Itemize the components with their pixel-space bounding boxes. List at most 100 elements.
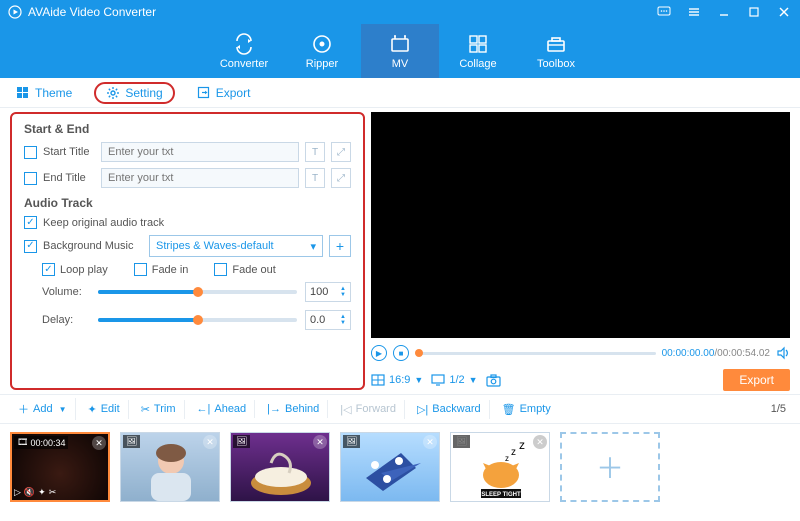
loop-checkbox[interactable] <box>42 263 55 276</box>
close-icon[interactable] <box>776 4 792 20</box>
thumbnail-4[interactable]: 🖼 ✕ <box>340 432 440 502</box>
feedback-icon[interactable] <box>656 4 672 20</box>
empty-label: Empty <box>520 403 551 415</box>
end-title-expand-button[interactable]: ⤢ <box>331 168 351 188</box>
collage-icon <box>467 33 489 55</box>
spin-down-icon[interactable]: ▼ <box>340 292 346 298</box>
scissors-icon[interactable]: ✂ <box>49 487 57 498</box>
start-title-text-style-button[interactable]: T <box>305 142 325 162</box>
scissors-icon: ✂ <box>141 403 150 416</box>
nav-mv[interactable]: MV <box>361 24 439 78</box>
delay-value-input[interactable]: 0.0 ▲▼ <box>305 310 351 330</box>
backward-label: Backward <box>432 403 480 415</box>
nav-ripper[interactable]: Ripper <box>283 24 361 78</box>
stop-button[interactable]: ■ <box>393 345 409 361</box>
ahead-button[interactable]: ←|Ahead <box>189 400 256 418</box>
main-nav: Converter Ripper MV Collage Toolbox <box>0 24 800 78</box>
fade-in-checkbox[interactable] <box>134 263 147 276</box>
bg-music-checkbox[interactable] <box>24 240 37 253</box>
wand-icon[interactable]: ✦ <box>38 487 46 498</box>
minimize-icon[interactable] <box>716 4 732 20</box>
maximize-icon[interactable] <box>746 4 762 20</box>
nav-collage-label: Collage <box>459 58 496 70</box>
behind-button[interactable]: |→Behind <box>259 400 328 418</box>
ripper-icon <box>311 33 333 55</box>
clip-toolbar: ＋Add▼ ✦Edit ✂Trim ←|Ahead |→Behind |◁For… <box>0 394 800 424</box>
trim-button[interactable]: ✂ Trim <box>133 400 185 419</box>
window-controls <box>656 4 792 20</box>
trim-label: Trim <box>154 403 176 415</box>
thumbnail-1[interactable]: 🎞00:00:34 ✕ ▷ 🔇 ✦ ✂ <box>10 432 110 502</box>
display-value: 1/2 <box>449 374 464 386</box>
snapshot-button[interactable] <box>486 374 501 387</box>
loop-label: Loop play <box>60 264 108 276</box>
play-button[interactable]: ▶ <box>371 345 387 361</box>
keep-original-checkbox[interactable] <box>24 216 37 229</box>
fade-out-checkbox[interactable] <box>214 263 227 276</box>
start-title-checkbox[interactable] <box>24 146 37 159</box>
backward-button[interactable]: ▷|Backward <box>409 400 490 419</box>
seek-bar[interactable] <box>415 352 656 355</box>
settings-panel: Start & End Start Title T ⤢ End Title T … <box>10 112 365 390</box>
app-title: AVAide Video Converter <box>28 5 656 19</box>
preview-panel: ▶ ■ 00:00:00.00/00:00:54.02 16:9 ▼ 1/2 ▼… <box>371 108 800 394</box>
fade-in-label: Fade in <box>152 264 189 276</box>
title-bar: AVAide Video Converter <box>0 0 800 24</box>
start-title-label: Start Title <box>43 146 95 158</box>
duration: /00:00:54.02 <box>714 348 770 359</box>
ahead-icon: ←| <box>197 403 211 415</box>
delay-slider[interactable] <box>98 318 297 322</box>
converter-icon <box>233 33 255 55</box>
aspect-icon <box>371 374 385 386</box>
spin-down-icon[interactable]: ▼ <box>340 320 346 326</box>
volume-value: 100 <box>310 286 328 298</box>
aspect-ratio-select[interactable]: 16:9 ▼ <box>371 374 423 386</box>
display-scale-select[interactable]: 1/2 ▼ <box>431 374 477 386</box>
mute-icon[interactable]: 🔇 <box>24 487 35 498</box>
wand-icon: ✦ <box>88 403 97 416</box>
volume-icon[interactable] <box>776 346 790 360</box>
export-button[interactable]: Export <box>723 369 790 391</box>
start-title-expand-button[interactable]: ⤢ <box>331 142 351 162</box>
nav-converter[interactable]: Converter <box>205 24 283 78</box>
tab-setting[interactable]: Setting <box>94 82 174 104</box>
delay-value: 0.0 <box>310 314 325 326</box>
play-icon[interactable]: ▷ <box>14 487 21 498</box>
delay-label: Delay: <box>42 314 90 326</box>
start-title-input[interactable] <box>101 142 299 162</box>
menu-icon[interactable] <box>686 4 702 20</box>
thumbnail-2[interactable]: 🖼 ✕ <box>120 432 220 502</box>
thumbnail-actions: ▷ 🔇 ✦ ✂ <box>14 487 56 498</box>
nav-toolbox[interactable]: Toolbox <box>517 24 595 78</box>
bg-music-select[interactable]: Stripes & Waves-default ▾ <box>149 235 323 257</box>
edit-label: Edit <box>101 403 120 415</box>
thumbnail-close-button[interactable]: ✕ <box>92 436 106 450</box>
tab-theme[interactable]: Theme <box>12 84 76 102</box>
export-icon <box>197 86 211 100</box>
edit-button[interactable]: ✦ Edit <box>80 400 129 419</box>
theme-icon <box>16 86 30 100</box>
app-logo-icon <box>8 5 22 19</box>
tab-theme-label: Theme <box>35 86 72 100</box>
start-end-heading: Start & End <box>24 122 351 136</box>
end-title-text-style-button[interactable]: T <box>305 168 325 188</box>
thumbnail-3[interactable]: 🖼 ✕ <box>230 432 330 502</box>
plus-icon: ＋ <box>18 401 29 417</box>
thumbnail-5[interactable]: 🖼 ✕ zzzSLEEP TIGHT <box>450 432 550 502</box>
empty-button[interactable]: 🗑 Empty <box>494 400 559 419</box>
tab-setting-label: Setting <box>125 86 162 100</box>
nav-collage[interactable]: Collage <box>439 24 517 78</box>
bg-music-add-button[interactable]: + <box>329 235 351 257</box>
add-thumbnail-button[interactable]: ＋ <box>560 432 660 502</box>
tab-export[interactable]: Export <box>193 84 255 102</box>
end-title-input[interactable] <box>101 168 299 188</box>
thumbnail-duration: 00:00:34 <box>30 438 65 448</box>
end-title-checkbox[interactable] <box>24 172 37 185</box>
ahead-label: Ahead <box>214 403 246 415</box>
trash-icon: 🗑 <box>502 403 516 416</box>
volume-slider[interactable] <box>98 290 297 294</box>
volume-value-input[interactable]: 100 ▲▼ <box>305 282 351 302</box>
bg-music-label: Background Music <box>43 240 143 252</box>
add-button[interactable]: ＋Add▼ <box>10 398 76 420</box>
forward-icon: |◁ <box>340 403 351 416</box>
